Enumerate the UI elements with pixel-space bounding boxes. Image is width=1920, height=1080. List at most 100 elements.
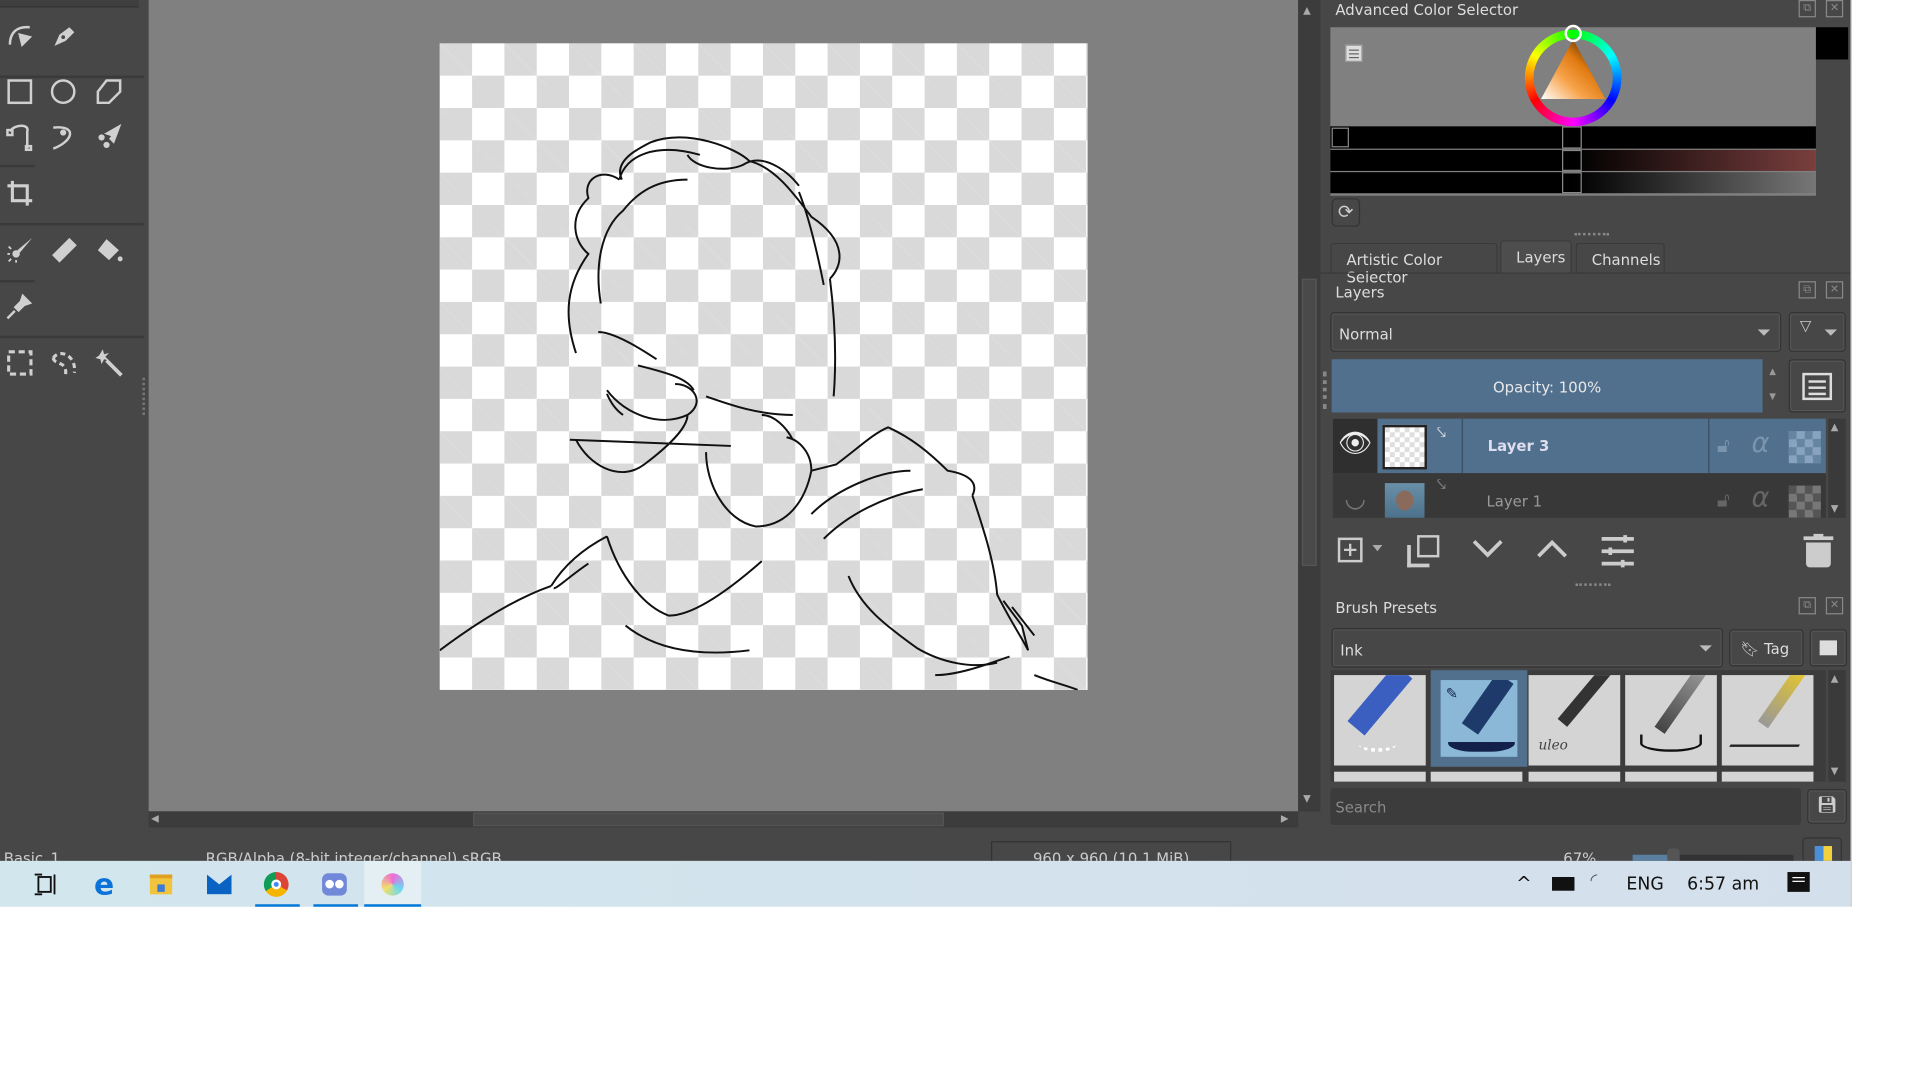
scroll-right-arrow-icon[interactable]: ▶ xyxy=(1281,813,1289,825)
brush-presets-scrollbar[interactable]: ▲ ▼ xyxy=(1828,670,1846,782)
blend-mode-dropdown[interactable]: Normal xyxy=(1330,312,1782,352)
horizontal-scroll-thumb[interactable] xyxy=(473,812,944,827)
scroll-down-arrow-icon[interactable]: ▼ xyxy=(1831,766,1839,778)
horizontal-scrollbar[interactable]: ◀ ▶ xyxy=(148,811,1299,828)
visibility-eye-icon[interactable]: 👁 xyxy=(1332,418,1378,474)
close-docker-icon[interactable]: ✕ xyxy=(1825,0,1844,18)
bezier-curve-tool-icon[interactable] xyxy=(5,121,35,152)
saturation-slider[interactable] xyxy=(1330,149,1816,171)
tab-channels[interactable]: Channels xyxy=(1575,242,1665,273)
rectangle-tool-icon[interactable] xyxy=(5,77,35,107)
brush-preset-fineliner[interactable] xyxy=(1721,675,1814,766)
layers-scrollbar[interactable]: ▲ ▼ xyxy=(1828,418,1846,518)
zoom-slider-handle[interactable] xyxy=(1667,848,1680,861)
visibility-hidden-eye-icon[interactable]: ◡ xyxy=(1333,473,1378,518)
action-center-icon[interactable] xyxy=(1787,872,1810,892)
opacity-slider[interactable]: Opacity: 100% xyxy=(1331,359,1763,413)
multibrush-tool-icon[interactable] xyxy=(5,235,35,265)
chrome-icon[interactable] xyxy=(260,868,292,900)
delete-layer-button[interactable] xyxy=(1803,533,1834,569)
freehand-selection-tool-icon[interactable] xyxy=(50,348,80,378)
splitter-handle[interactable] xyxy=(1574,232,1610,236)
scroll-down-arrow-icon[interactable]: ▼ xyxy=(1831,503,1839,515)
edge-icon[interactable]: e xyxy=(88,867,120,902)
alpha-lock-icon[interactable]: α xyxy=(1752,483,1770,514)
brush-presets-menu-button[interactable] xyxy=(1809,629,1847,667)
brush-preset[interactable] xyxy=(1721,771,1814,782)
float-docker-icon[interactable]: ⧉ xyxy=(1798,0,1816,18)
fill-tool-icon[interactable] xyxy=(94,235,124,265)
inherit-alpha-icon[interactable] xyxy=(1788,431,1821,464)
document-canvas[interactable] xyxy=(439,43,1088,691)
vertical-scroll-thumb[interactable] xyxy=(1301,278,1317,567)
brush-preset-gel-pen[interactable]: uleo xyxy=(1528,675,1621,766)
layer-row[interactable]: 👁 ⤥ Layer 3 🔓︎ α xyxy=(1332,418,1826,474)
toolbox-resize-handle[interactable] xyxy=(142,377,147,415)
add-layer-menu-icon[interactable] xyxy=(1372,545,1383,552)
scroll-up-arrow-icon[interactable]: ▲ xyxy=(1831,421,1839,433)
freehand-path-tool-icon[interactable] xyxy=(5,20,35,50)
file-explorer-icon[interactable] xyxy=(145,868,177,900)
layer-name[interactable]: Layer 3 xyxy=(1488,437,1550,454)
hue-ring[interactable] xyxy=(1524,24,1622,127)
assistant-tool-icon[interactable] xyxy=(5,291,35,321)
opacity-spinner[interactable]: ▲ ▼ xyxy=(1762,359,1783,413)
smart-patch-tool-icon[interactable] xyxy=(50,235,80,265)
brush-preset-eraser[interactable] xyxy=(1334,675,1426,766)
duplicate-layer-button[interactable] xyxy=(1407,535,1440,568)
refresh-colors-icon[interactable]: ⟳ xyxy=(1331,198,1361,227)
tab-artistic-color-selector[interactable]: Artistic Color Selector xyxy=(1330,242,1498,286)
lightness-slider[interactable] xyxy=(1330,172,1816,194)
lock-icon[interactable]: 🔓︎ xyxy=(1717,434,1730,459)
brush-preset[interactable] xyxy=(1528,771,1621,782)
vertical-scrollbar[interactable]: ▲ ▼ xyxy=(1298,0,1321,812)
brush-preset[interactable] xyxy=(1334,771,1426,782)
polygon-tool-icon[interactable] xyxy=(94,77,124,107)
brush-name-status[interactable]: Basic_1 xyxy=(4,850,60,861)
tag-button[interactable]: 🔖︎ Tag xyxy=(1729,629,1804,667)
dynamic-brush-tool-icon[interactable] xyxy=(94,121,124,151)
layer-properties-button[interactable] xyxy=(1788,359,1846,413)
layer-properties-sliders-button[interactable] xyxy=(1600,534,1635,569)
freehand-curve-tool-icon[interactable] xyxy=(48,121,78,151)
rectangular-selection-tool-icon[interactable] xyxy=(5,348,35,378)
current-color-swatch[interactable] xyxy=(1815,27,1849,60)
scroll-up-arrow-icon[interactable]: ▲ xyxy=(1831,673,1839,685)
move-layer-down-button[interactable] xyxy=(1472,536,1504,561)
scroll-left-arrow-icon[interactable]: ◀ xyxy=(151,813,159,825)
ellipse-tool-icon[interactable] xyxy=(48,77,78,107)
layer-name[interactable]: Layer 1 xyxy=(1486,493,1542,510)
magic-wand-tool-icon[interactable] xyxy=(94,348,124,378)
crop-tool-icon[interactable] xyxy=(5,178,35,208)
tab-layers[interactable]: Layers xyxy=(1500,240,1572,274)
hue-handle[interactable] xyxy=(1564,24,1582,43)
save-icon[interactable]: 💾︎ xyxy=(1807,789,1847,824)
add-layer-button[interactable]: + xyxy=(1337,537,1363,563)
brush-preset[interactable] xyxy=(1430,771,1523,782)
alpha-lock-icon[interactable]: α xyxy=(1752,429,1770,460)
scroll-down-arrow-icon[interactable]: ▼ xyxy=(1303,793,1311,805)
canvas-area[interactable] xyxy=(148,0,1299,812)
brush-search-input[interactable]: Search xyxy=(1330,787,1802,825)
scroll-up-arrow-icon[interactable]: ▲ xyxy=(1303,5,1311,17)
wifi-icon[interactable]: ◜ xyxy=(1590,871,1597,891)
layer-row[interactable]: ◡ ⤥ Layer 1 🔓︎ α xyxy=(1332,473,1826,518)
task-view-icon[interactable] xyxy=(30,868,62,900)
brush-preset-technical-pen[interactable] xyxy=(1625,675,1717,766)
close-docker-icon[interactable]: ✕ xyxy=(1825,281,1844,299)
lock-icon[interactable]: 🔓︎ xyxy=(1717,488,1730,513)
inherit-alpha-icon[interactable] xyxy=(1788,485,1821,518)
wrap-around-button[interactable] xyxy=(1802,837,1842,861)
resize-handle[interactable] xyxy=(1322,371,1328,409)
brush-tag-dropdown[interactable]: Ink xyxy=(1331,628,1724,668)
discord-icon[interactable]: ●● xyxy=(318,868,350,900)
krita-taskbar-button[interactable] xyxy=(364,860,422,907)
battery-icon[interactable] xyxy=(1552,876,1575,891)
color-selector-area[interactable] xyxy=(1330,24,1816,196)
float-docker-icon[interactable]: ⧉ xyxy=(1798,281,1816,299)
brush-preset[interactable] xyxy=(1625,771,1717,782)
value-slider[interactable] xyxy=(1330,126,1816,149)
close-docker-icon[interactable]: ✕ xyxy=(1825,597,1844,615)
brush-preset-ink-pen-selected[interactable]: ✎ xyxy=(1430,670,1528,767)
float-docker-icon[interactable]: ⧉ xyxy=(1798,597,1816,615)
